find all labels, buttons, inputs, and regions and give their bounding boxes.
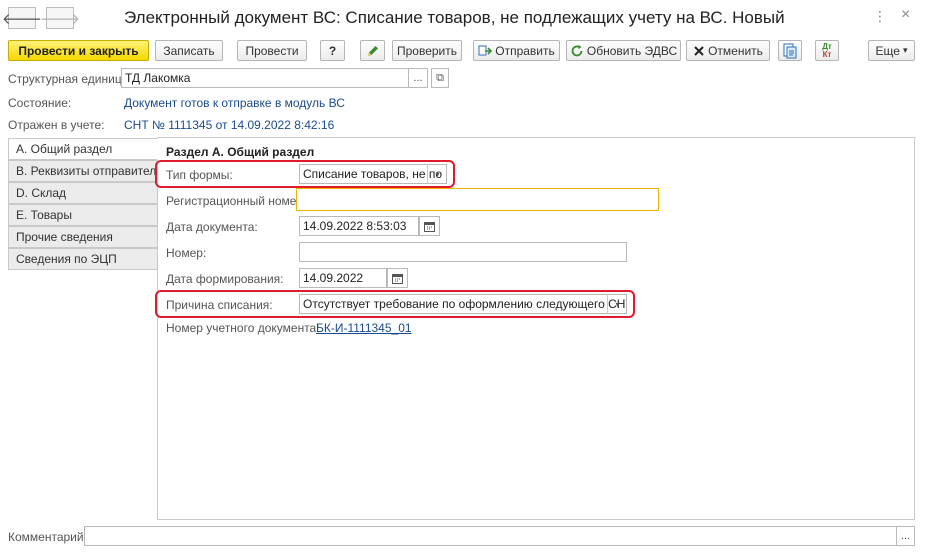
report-button[interactable] <box>778 40 802 61</box>
update-edvs-label: Обновить ЭДВС <box>586 43 678 58</box>
number-input[interactable] <box>299 242 627 262</box>
reflected-value-link[interactable]: СНТ № 1111345 от 14.09.2022 8:42:16 <box>124 118 334 132</box>
window-title: Электронный документ ВС: Списание товаро… <box>124 8 785 27</box>
section-title: Раздел А. Общий раздел <box>166 145 315 159</box>
refresh-icon <box>570 44 584 58</box>
unit-label: Структурная единица: <box>8 72 132 86</box>
state-label: Состояние: <box>8 96 72 110</box>
unit-select-button[interactable]: ... <box>408 68 428 88</box>
reg-number-input[interactable] <box>296 188 659 211</box>
send-icon <box>478 44 493 58</box>
post-button[interactable]: Провести <box>237 40 307 61</box>
report-icon <box>782 43 798 59</box>
cancel-label: Отменить <box>708 43 763 58</box>
x-icon <box>693 45 705 57</box>
check-button[interactable]: Проверить <box>392 40 462 61</box>
dt-kt-button[interactable]: Дт Кт <box>815 40 839 61</box>
kt-icon: Кт <box>822 49 832 59</box>
cancel-button[interactable]: Отменить <box>686 40 770 61</box>
more-menu-icon[interactable]: ⋮ <box>873 8 887 25</box>
chevron-down-icon: ▾ <box>902 45 908 55</box>
comment-input[interactable] <box>84 526 897 546</box>
comment-select-button[interactable]: ... <box>896 526 915 546</box>
edit-button[interactable] <box>360 40 385 61</box>
accounting-doc-label: Номер учетного документа: <box>166 321 320 335</box>
save-button[interactable]: Записать <box>155 40 223 61</box>
send-button[interactable]: Отправить <box>473 40 560 61</box>
close-icon[interactable]: × <box>901 6 910 24</box>
back-button[interactable]: 🡐 <box>2 7 42 29</box>
help-button[interactable]: ? <box>320 40 345 61</box>
calendar-icon[interactable] <box>419 216 440 236</box>
arrow-right-icon: 🡒 <box>39 10 81 28</box>
tab-eds[interactable]: Сведения по ЭЦП <box>8 248 158 270</box>
tab-warehouse[interactable]: D. Склад <box>8 182 158 204</box>
pencil-icon <box>366 44 380 58</box>
tab-goods[interactable]: Е. Товары <box>8 204 158 226</box>
accounting-doc-link[interactable]: БК-И-1111345_01 <box>316 321 412 335</box>
arrow-left-icon: 🡐 <box>1 10 43 28</box>
number-label: Номер: <box>166 246 207 260</box>
tab-sender[interactable]: В. Реквизиты отправителя <box>8 160 158 182</box>
more-label: Еще <box>875 43 900 58</box>
send-label: Отправить <box>495 43 555 58</box>
highlight-form-type <box>155 160 455 188</box>
tab-other[interactable]: Прочие сведения <box>8 226 158 248</box>
state-value-link[interactable]: Документ готов к отправке в модуль ВС <box>124 96 345 110</box>
formation-date-label: Дата формирования: <box>166 272 284 286</box>
update-edvs-button[interactable]: Обновить ЭДВС <box>566 40 681 61</box>
formation-date-input[interactable]: 14.09.2022 <box>299 268 387 288</box>
unit-field[interactable]: ТД Лакомка <box>121 68 409 88</box>
highlight-reason <box>155 290 635 318</box>
comment-label: Комментарий: <box>8 530 87 544</box>
tab-general[interactable]: А. Общий раздел <box>8 138 158 160</box>
post-and-close-button[interactable]: Провести и закрыть <box>8 40 149 61</box>
more-button[interactable]: Еще ▾ <box>868 40 915 61</box>
forward-button[interactable]: 🡒 <box>40 7 80 29</box>
doc-date-label: Дата документа: <box>166 220 258 234</box>
doc-date-input[interactable]: 14.09.2022 8:53:03 <box>299 216 419 236</box>
open-icon[interactable]: ⧉ <box>431 68 449 88</box>
reflected-label: Отражен в учете: <box>8 118 105 132</box>
calendar-icon[interactable] <box>387 268 408 288</box>
reg-number-label: Регистрационный номер: <box>166 194 307 208</box>
